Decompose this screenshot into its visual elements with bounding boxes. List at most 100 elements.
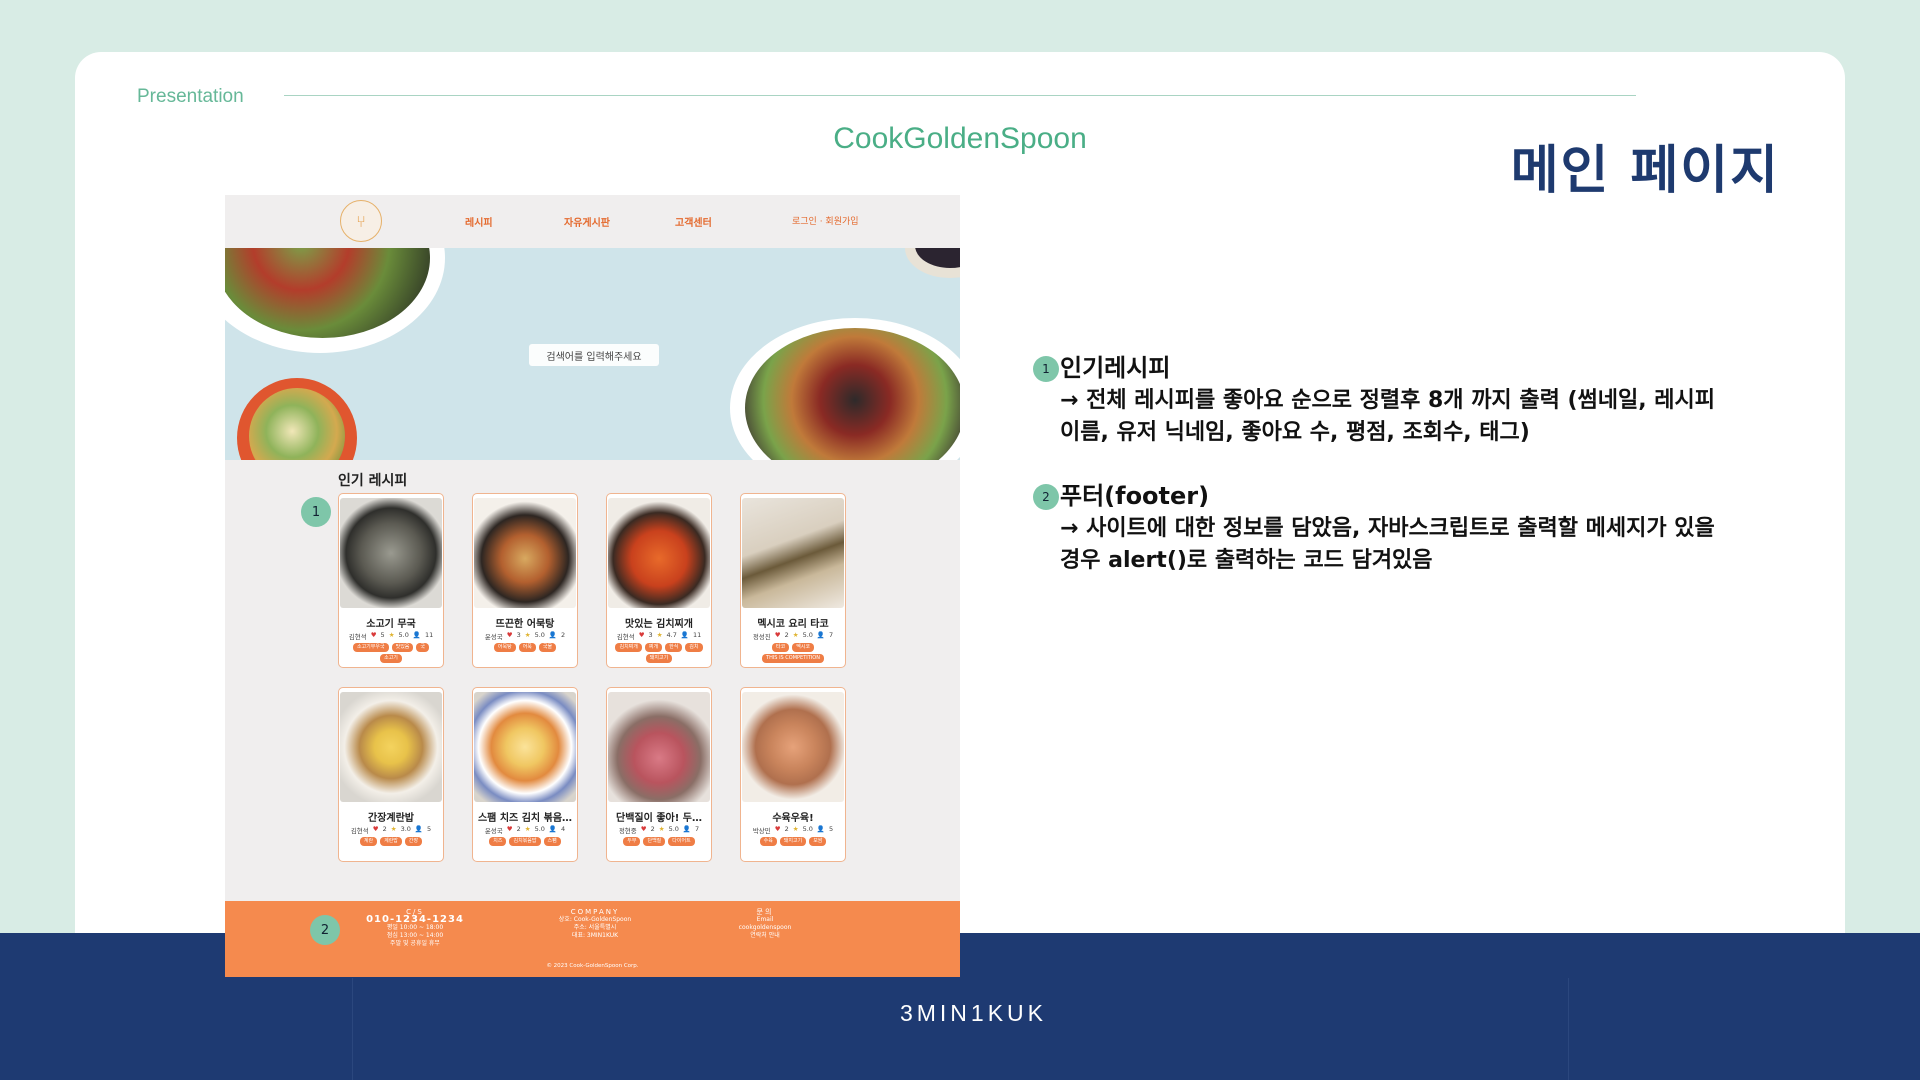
presentation-label: Presentation (137, 86, 244, 107)
popular-recipes-title: 인기 레시피 (338, 473, 408, 489)
recipe-rating: 5.0 (534, 825, 545, 833)
footer-company: COMPANY 상호: Cook-GoldenSpoon 주소: 서울특별시 대… (530, 908, 660, 940)
recipe-views: 2 (561, 631, 566, 639)
recipe-tag[interactable]: 치즈 (489, 837, 507, 846)
heart-icon: ♥ (638, 631, 645, 639)
nav-recipes[interactable]: 레시피 (465, 214, 493, 229)
recipe-tag[interactable]: 김치 (685, 643, 703, 652)
brand-name: 3MIN1KUK (899, 1000, 1048, 1026)
recipe-card[interactable]: 스팸 치즈 김치 볶음… 윤성국 ♥ 2 ★ 5.0 👤 4 치즈 김치볶음밥 스팸 (472, 687, 578, 862)
recipe-tag[interactable]: 국물 (538, 643, 557, 652)
recipe-rating: 5.0 (668, 825, 679, 833)
user-icon: 👤 (414, 825, 424, 833)
recipe-tag[interactable]: 소고기무우국 (352, 643, 389, 652)
recipe-tag[interactable]: 어묵 (518, 643, 536, 652)
star-icon: ★ (656, 631, 663, 639)
recipe-tags: 계란 계란밥 간장 (343, 837, 439, 846)
recipe-tag[interactable]: 계란 (359, 837, 378, 846)
nav-board[interactable]: 자유게시판 (564, 214, 610, 229)
recipe-tag[interactable]: 돼지고기 (779, 837, 807, 846)
recipe-tag[interactable]: 돼지고기 (645, 654, 673, 663)
recipe-thumbnail (340, 692, 442, 802)
recipe-tags: 어묵탕 어묵 국물 (477, 643, 573, 652)
heart-icon: ♥ (640, 825, 647, 833)
recipe-thumbnail (742, 692, 844, 802)
recipe-tag[interactable]: 국 (416, 643, 430, 652)
note-title: 푸터(footer) (1060, 482, 1210, 510)
recipe-card[interactable]: 맛있는 김치찌개 김현석 ♥ 3 ★ 4.7 👤 11 김치찌개 찌개 한식 김치 돼… (606, 493, 712, 668)
recipe-tag[interactable]: 수육 (759, 837, 777, 846)
recipe-card[interactable]: 수육우육! 박상민 ♥ 2 ★ 5.0 👤 5 수육 돼지고기 보쌈 (740, 687, 846, 862)
footer-contact-line[interactable]: Email (715, 916, 815, 924)
recipe-tag[interactable]: 다이어트 (668, 837, 695, 846)
heart-icon: ♥ (506, 631, 513, 639)
recipe-author: 정성진 (752, 633, 771, 641)
recipe-tag[interactable]: 한식 (665, 643, 683, 652)
recipe-tag[interactable]: 타코 (771, 643, 790, 652)
recipe-tag[interactable]: 보쌈 (809, 837, 827, 846)
nav-login[interactable]: 로그인 · 회원가입 (792, 214, 859, 227)
note-marker-1: 1 (1033, 356, 1059, 382)
recipe-likes: 5 (380, 631, 385, 639)
recipe-meta: 정성진 ♥ 2 ★ 5.0 👤 7 (741, 631, 845, 641)
recipe-thumbnail (608, 692, 710, 802)
heart-icon: ♥ (370, 631, 377, 639)
recipe-tag[interactable]: 소고기 (380, 654, 402, 663)
recipe-tags: 소고기무우국 맛있음 국 소고기 (343, 643, 439, 663)
recipe-rating: 5.0 (802, 631, 813, 639)
recipe-title: 뜨끈한 어묵탕 (495, 619, 555, 630)
band-divider (352, 978, 353, 1080)
recipe-likes: 2 (382, 825, 387, 833)
nav-support[interactable]: 고객센터 (675, 214, 712, 229)
heart-icon: ♥ (372, 825, 379, 833)
heart-icon: ♥ (774, 825, 781, 833)
note-footer: 푸터(footer) → 사이트에 대한 정보를 담았음, 자바스크립트로 출력… (1060, 479, 1720, 577)
footer-copyright: © 2023 Cook-GoldenSpoon Corp. (546, 963, 639, 969)
footer-contact: 문의 Email cookgoldenspoon 연락처 안내 (715, 908, 815, 940)
recipe-meta: 김현석 ♥ 2 ★ 3.0 👤 5 (339, 825, 443, 835)
recipe-meta: 윤성국 ♥ 2 ★ 5.0 👤 4 (473, 825, 577, 835)
star-icon: ★ (658, 825, 665, 833)
recipe-thumbnail (608, 498, 710, 608)
user-icon: 👤 (548, 825, 558, 833)
recipe-tag[interactable]: 간장 (404, 837, 423, 846)
recipe-likes: 2 (650, 825, 655, 833)
site-nav: ⑂ 레시피 자유게시판 고객센터 로그인 · 회원가입 (225, 195, 960, 248)
site-logo[interactable]: ⑂ (340, 200, 382, 242)
recipe-rating: 5.0 (398, 631, 409, 639)
recipe-tag[interactable]: 김치볶음밥 (509, 837, 541, 846)
user-icon: 👤 (412, 631, 421, 639)
footer-company-heading: COMPANY (570, 908, 620, 916)
recipe-tag[interactable]: 멕시코 (792, 643, 814, 652)
recipe-rating: 5.0 (534, 631, 545, 639)
recipe-card[interactable]: 뜨끈한 어묵탕 윤성국 ♥ 3 ★ 5.0 👤 2 어묵탕 어묵 국물 (472, 493, 578, 668)
recipe-meta: 윤성국 ♥ 3 ★ 5.0 👤 2 (473, 631, 577, 641)
recipe-tag[interactable]: THIS IS COMPETITION (762, 654, 824, 663)
recipe-card[interactable]: 소고기 무국 김현석 ♥ 5 ★ 5.0 👤 11 소고기무우국 맛있음 국 소고기 (338, 493, 444, 668)
recipe-tag[interactable]: 두부 (623, 837, 641, 846)
recipe-card[interactable]: 멕시코 요리 타코 정성진 ♥ 2 ★ 5.0 👤 7 타코 멕시코 THIS IS … (740, 493, 846, 668)
recipe-tag[interactable]: 단백질 (643, 837, 666, 846)
recipe-tag[interactable]: 어묵탕 (493, 643, 516, 652)
footer-cs-line: 평일 10:00 ~ 18:00 (386, 924, 444, 931)
recipe-tag[interactable]: 스팸 (543, 837, 561, 846)
recipe-tags: 치즈 김치볶음밥 스팸 (477, 837, 573, 846)
recipe-card[interactable]: 단백질이 좋아! 두… 정현중 ♥ 2 ★ 5.0 👤 7 두부 단백질 다이어트 (606, 687, 712, 862)
star-icon: ★ (524, 631, 531, 639)
recipe-tag[interactable]: 찌개 (644, 643, 663, 652)
recipe-likes: 2 (784, 631, 789, 639)
star-icon: ★ (390, 825, 397, 833)
search-input[interactable]: 검색어를 입력해주세요 (529, 344, 659, 366)
slide-heading: 메인 페이지 (1510, 141, 1780, 201)
user-icon: 👤 (682, 825, 692, 833)
recipe-card[interactable]: 간장계란밥 김현석 ♥ 2 ★ 3.0 👤 5 계란 계란밥 간장 (338, 687, 444, 862)
recipe-views: 11 (424, 631, 434, 639)
recipe-tag[interactable]: 계란밥 (380, 837, 402, 846)
recipe-thumbnail (340, 498, 442, 608)
recipe-tag[interactable]: 김치찌개 (615, 643, 642, 652)
heart-icon: ♥ (774, 631, 781, 639)
footer-contact-line[interactable]: cookgoldenspoon (715, 924, 815, 932)
recipe-title: 소고기 무국 (366, 619, 416, 630)
callout-marker-2: 2 (310, 915, 340, 945)
recipe-tag[interactable]: 맛있음 (391, 643, 414, 652)
